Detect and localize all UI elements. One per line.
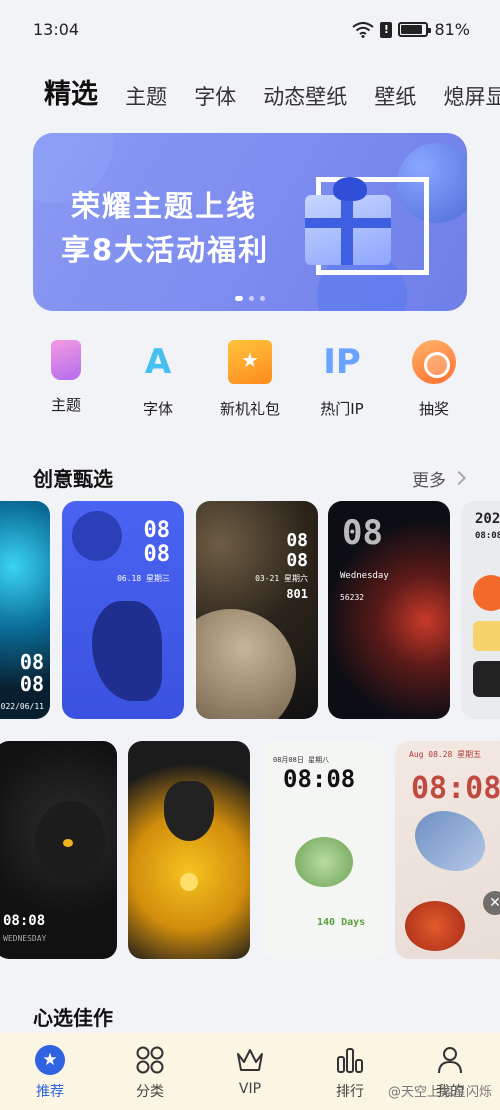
- bar-chart-icon: [337, 1048, 363, 1073]
- wifi-icon: [352, 21, 375, 38]
- status-icons: ! 81%: [352, 20, 470, 39]
- battery-icon: [398, 22, 432, 37]
- quick-item-hot-ip[interactable]: IP 热门IP: [296, 340, 388, 419]
- quick-item-lottery[interactable]: 抽奖: [388, 340, 480, 419]
- theme-card[interactable]: 202 08:08: [461, 501, 500, 719]
- nav-item-vip[interactable]: VIP: [200, 1033, 300, 1110]
- person-icon: [438, 1047, 462, 1074]
- banner-title: 荣耀主题上线: [71, 189, 258, 223]
- ip-icon: IP: [323, 342, 361, 382]
- tab-live-wallpaper[interactable]: 动态壁纸: [263, 81, 347, 111]
- quick-item-font[interactable]: A 字体: [112, 340, 204, 419]
- theme-card[interactable]: 08:08 WEDNESDAY: [0, 741, 117, 959]
- theme-card[interactable]: 08 08 06.18 星期三: [62, 501, 184, 719]
- top-tabs: 精选 主题 字体 动态壁纸 壁纸 熄屏显示: [44, 72, 500, 116]
- more-link[interactable]: 更多: [412, 466, 446, 491]
- theme-card[interactable]: Aug 08.28 星期五 08:08 ✕: [395, 741, 500, 959]
- section-title-creative: 创意甄选: [33, 467, 113, 491]
- nav-item-category[interactable]: 分类: [100, 1033, 200, 1110]
- section-title-picks: 心选佳作: [33, 1006, 113, 1030]
- alert-icon: !: [380, 21, 393, 38]
- quick-entries: 主题 A 字体 新机礼包 IP 热门IP 抽奖: [20, 340, 480, 419]
- gift-star-icon: [228, 340, 272, 384]
- card-row-1: 08 08 2022/06/11 08 08 06.18 星期三 08 08 0…: [0, 501, 500, 719]
- quick-item-theme[interactable]: 主题: [20, 340, 112, 419]
- font-aa-icon: A: [144, 342, 172, 382]
- tab-wallpaper[interactable]: 壁纸: [374, 81, 416, 111]
- tab-theme[interactable]: 主题: [125, 81, 167, 111]
- nav-item-recommend[interactable]: ★ 推荐: [0, 1033, 100, 1110]
- theme-card[interactable]: 08 08 03-21 星期六 801: [196, 501, 318, 719]
- crown-icon: [237, 1049, 263, 1071]
- carousel-indicator: [33, 296, 467, 301]
- theme-card[interactable]: 08月08日 星期八 08:08 140 Days: [263, 741, 385, 959]
- tab-featured[interactable]: 精选: [44, 72, 98, 111]
- chevron-right-icon[interactable]: [451, 470, 467, 486]
- grid-icon: [136, 1046, 164, 1074]
- tab-aod[interactable]: 熄屏显示: [443, 81, 500, 111]
- close-icon[interactable]: ✕: [483, 891, 500, 915]
- tab-font[interactable]: 字体: [194, 81, 236, 111]
- paint-brush-icon: [51, 340, 81, 380]
- theme-card[interactable]: 08 Wednesday 56232: [328, 501, 450, 719]
- watermark: @天空上紫星闪烁: [387, 1085, 492, 1100]
- nav-item-ranking[interactable]: 排行: [300, 1033, 400, 1110]
- quick-item-new-device-gift[interactable]: 新机礼包: [204, 340, 296, 419]
- promo-banner[interactable]: 荣耀主题上线 享8大活动福利: [33, 133, 467, 311]
- theme-card[interactable]: 08 08 2022/06/11: [0, 501, 50, 719]
- status-bar: 13:04 ! 81%: [0, 0, 500, 60]
- lottery-wheel-icon: [412, 340, 456, 384]
- banner-subtitle: 享8大活动福利: [61, 233, 270, 267]
- theme-card[interactable]: [128, 741, 250, 959]
- status-time: 13:04: [33, 20, 80, 39]
- card-row-2: 08:08 WEDNESDAY 08月08日 星期八 08:08 140 Day…: [0, 741, 500, 959]
- battery-percent: 81%: [434, 20, 470, 39]
- star-circle-icon: ★: [35, 1045, 65, 1075]
